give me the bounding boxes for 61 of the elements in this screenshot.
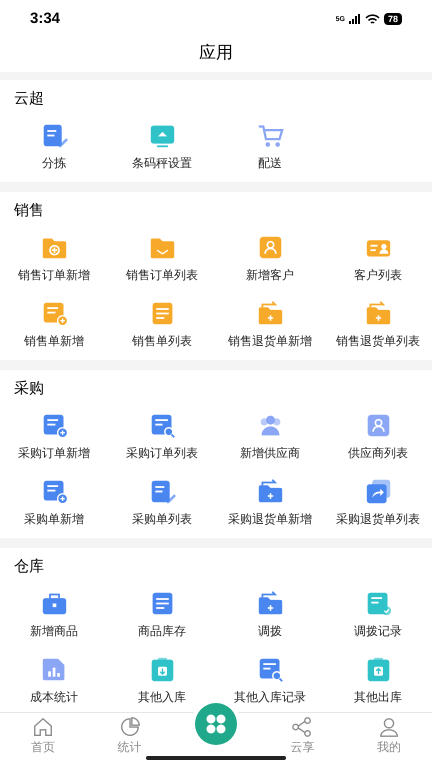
page-title: 应用 [199, 42, 233, 64]
document-pen-icon [148, 478, 176, 505]
app-tile[interactable]: 采购单列表 [108, 478, 216, 526]
section-title: 销售 [14, 202, 44, 220]
app-tile[interactable]: 销售单新增 [0, 300, 108, 348]
pie-chart-icon [118, 716, 141, 738]
document-check-icon [364, 590, 392, 617]
app-tile[interactable]: 销售退货单新增 [216, 300, 324, 348]
app-tile[interactable]: 采购订单新增 [0, 412, 108, 460]
share-icon [291, 716, 314, 738]
folder-arrows-icon [256, 590, 284, 617]
app-tile[interactable]: 采购单新增 [0, 478, 108, 526]
app-tile[interactable]: 其他入库记录 [216, 656, 324, 704]
nav-tab[interactable]: 我的 [346, 713, 432, 756]
app-tile[interactable]: 销售单列表 [108, 300, 216, 348]
status-time: 3:34 [30, 8, 60, 29]
app-tile[interactable]: 成本统计 [0, 656, 108, 704]
app-tile[interactable]: 新增商品 [0, 590, 108, 638]
chart-document-icon [40, 656, 68, 683]
person-card-icon [256, 234, 284, 261]
document-plus-icon [40, 300, 68, 327]
document-search-icon [256, 656, 284, 683]
app-tile[interactable]: 客户列表 [324, 234, 432, 282]
document-plus-icon [40, 412, 68, 439]
app-tile[interactable]: 商品库存 [108, 590, 216, 638]
app-tile[interactable]: 销售订单列表 [108, 234, 216, 282]
person-icon [378, 716, 400, 738]
app-tile[interactable]: 采购退货单列表 [324, 478, 432, 526]
app-tile[interactable]: 采购退货单新增 [216, 478, 324, 526]
app-tile[interactable]: 分拣 [0, 122, 108, 170]
section-title: 云超 [14, 90, 44, 108]
share-card-icon [364, 478, 392, 505]
app-tile[interactable]: 采购订单列表 [108, 412, 216, 460]
app-tile[interactable]: 供应商列表 [324, 412, 432, 460]
app-tile[interactable]: 新增供应商 [216, 412, 324, 460]
signal-icon [348, 14, 361, 24]
app-tile[interactable]: 调拨 [216, 590, 324, 638]
section-title: 仓库 [14, 558, 44, 576]
wifi-icon [364, 14, 380, 24]
section-title: 采购 [14, 380, 44, 398]
folder-arrows-icon [364, 300, 392, 327]
document-pen-icon [40, 122, 68, 149]
document-plus-icon [40, 478, 68, 505]
folder-arrows-icon [256, 300, 284, 327]
app-tile[interactable]: 其他入库 [108, 656, 216, 704]
clipboard-down-icon [148, 656, 176, 683]
app-tile[interactable]: 销售退货单列表 [324, 300, 432, 348]
app-tile[interactable]: 销售订单新增 [0, 234, 108, 282]
person-card-icon [364, 412, 392, 439]
center-action-button[interactable] [194, 703, 237, 745]
folder-arrows-icon [256, 478, 284, 505]
clover-icon [204, 713, 227, 735]
app-tile[interactable]: 配送 [216, 122, 324, 170]
battery-indicator: 78 [384, 13, 402, 25]
app-tile[interactable]: 新增客户 [216, 234, 324, 282]
home-icon [32, 716, 54, 738]
app-tile[interactable]: 条码秤设置 [108, 122, 216, 170]
app-tile[interactable]: 调拨记录 [324, 590, 432, 638]
clipboard-up-icon [364, 656, 392, 683]
document-search-icon [148, 412, 176, 439]
app-tile[interactable]: 其他出库 [324, 656, 432, 704]
